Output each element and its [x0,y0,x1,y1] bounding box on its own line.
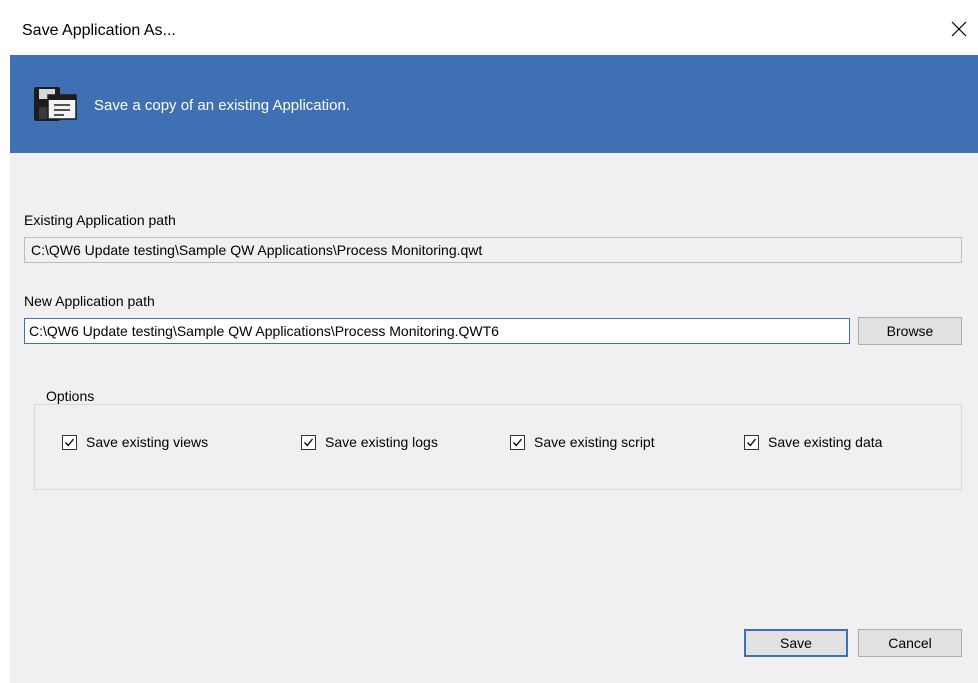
new-path-label: New Application path [24,293,155,309]
checkmark-icon [65,438,75,446]
save-existing-script-checkbox[interactable] [510,434,525,450]
save-existing-data-label: Save existing data [768,434,883,450]
cancel-button[interactable]: Cancel [858,629,962,657]
save-application-icon [34,87,77,121]
save-existing-views-checkbox[interactable] [62,434,77,450]
title-bar: Save Application As... [10,0,978,55]
new-path-input[interactable] [24,318,850,344]
save-button[interactable]: Save [744,629,848,657]
save-existing-script-label: Save existing script [534,434,655,450]
save-existing-data-checkbox[interactable] [744,434,759,450]
save-existing-logs-checkbox[interactable] [301,434,316,450]
close-button[interactable] [940,10,978,48]
checkmark-icon [747,438,757,446]
save-existing-logs-option[interactable]: Save existing logs [301,434,438,450]
save-existing-logs-label: Save existing logs [325,434,438,450]
close-icon [951,21,967,37]
save-existing-views-option[interactable]: Save existing views [62,434,208,450]
save-existing-views-label: Save existing views [86,434,209,450]
options-legend: Options [42,388,99,404]
header-banner: Save a copy of an existing Application. [10,55,978,153]
save-application-dialog: Save Application As... Save a copy of an… [10,0,978,683]
save-existing-data-option[interactable]: Save existing data [744,434,882,450]
checkmark-icon [304,438,314,446]
save-existing-script-option[interactable]: Save existing script [510,434,655,450]
checkmark-icon [513,438,523,446]
browse-button[interactable]: Browse [858,317,962,345]
banner-description: Save a copy of an existing Application. [94,97,350,114]
existing-path-label: Existing Application path [24,212,176,228]
dialog-title: Save Application As... [22,22,176,39]
existing-path-field: C:\QW6 Update testing\Sample QW Applicat… [24,237,962,263]
